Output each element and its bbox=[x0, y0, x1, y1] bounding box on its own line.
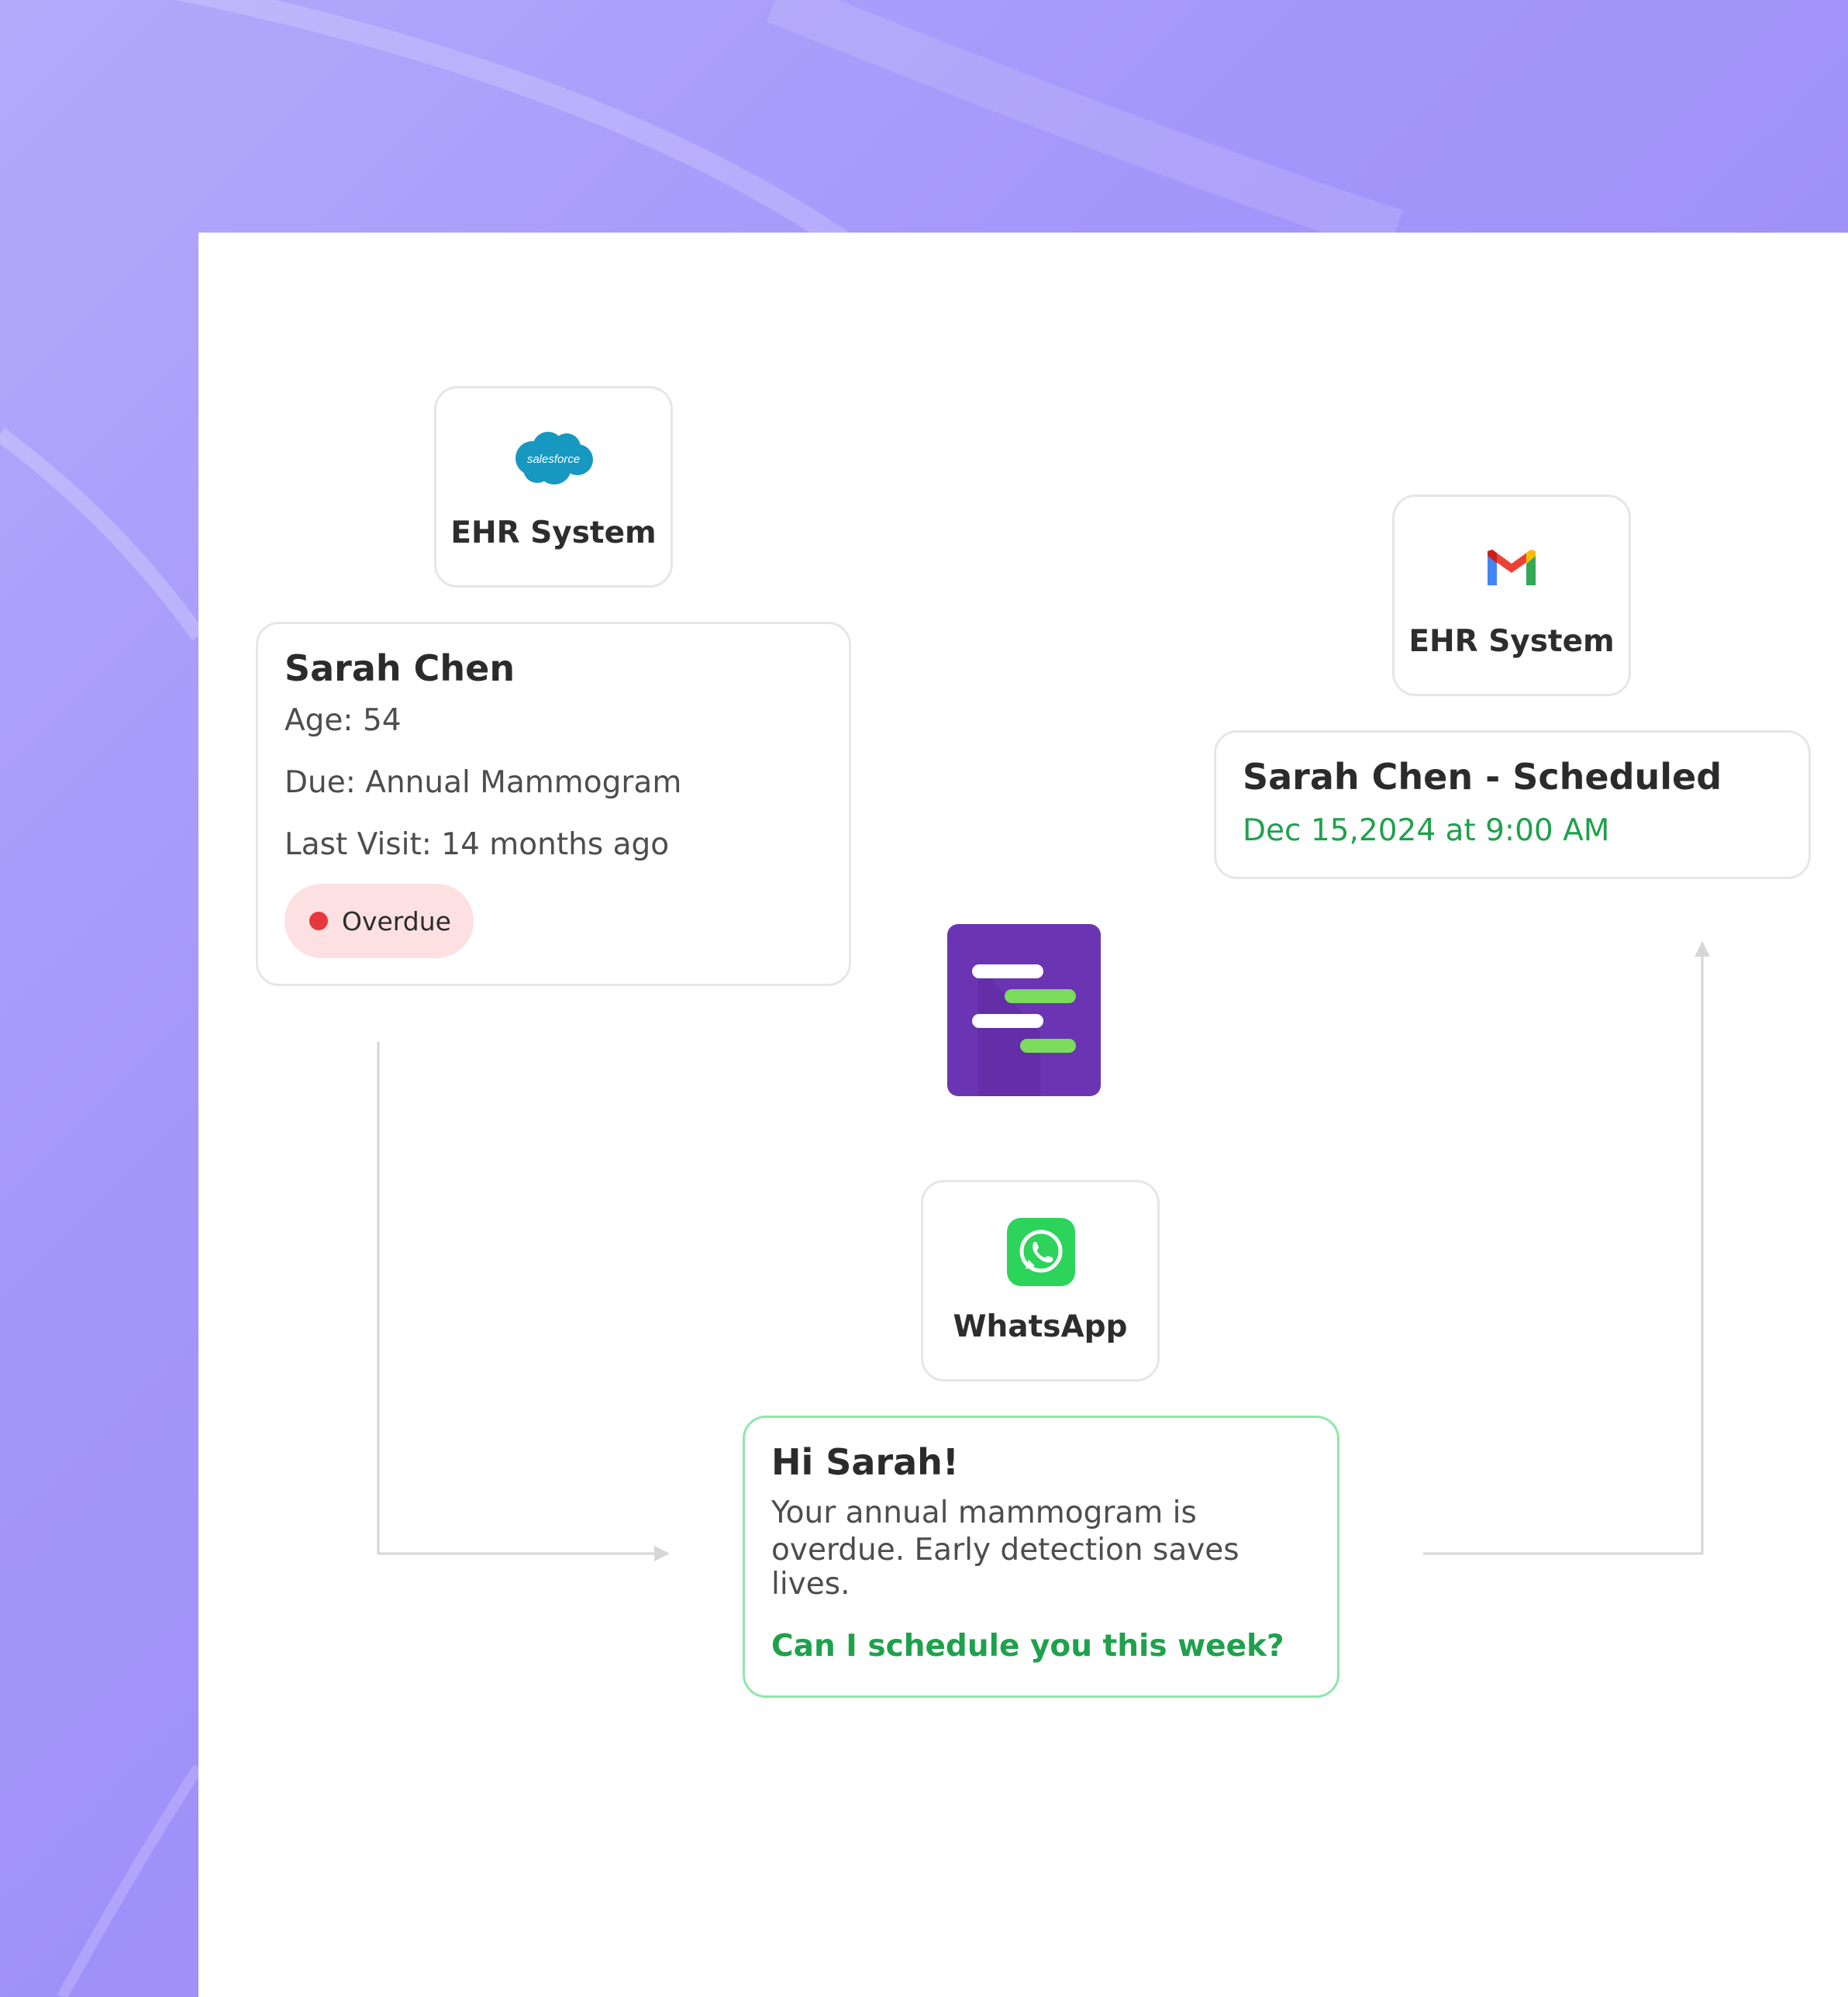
app-logo-icon bbox=[947, 924, 1101, 1096]
message-body-line2: overdue. Early detection saves bbox=[771, 1533, 1239, 1568]
salesforce-logo-text: salesforce bbox=[527, 453, 580, 466]
patient-age: Age: 54 bbox=[284, 703, 402, 738]
whatsapp-icon bbox=[1007, 1218, 1075, 1286]
workflow-canvas: salesforce EHR System Sarah Chen Age: 54… bbox=[198, 233, 1848, 1997]
message-body-line1: Your annual mammogram is bbox=[771, 1495, 1197, 1530]
patient-card[interactable]: Sarah Chen Age: 54 Due: Annual Mammogram… bbox=[256, 622, 851, 986]
arrow-head-right bbox=[654, 1546, 670, 1561]
node-label: EHR System bbox=[450, 516, 657, 550]
status-badge: Overdue bbox=[284, 884, 474, 958]
scheduled-card[interactable]: Sarah Chen - Scheduled Dec 15,2024 at 9:… bbox=[1214, 730, 1811, 879]
status-dot-icon bbox=[309, 912, 328, 930]
connector-patient-to-message bbox=[377, 1042, 654, 1555]
salesforce-cloud-icon: salesforce bbox=[515, 432, 593, 485]
patient-name: Sarah Chen bbox=[284, 647, 515, 689]
message-greeting: Hi Sarah! bbox=[771, 1441, 959, 1483]
whatsapp-node[interactable]: WhatsApp bbox=[921, 1180, 1160, 1381]
scheduled-title: Sarah Chen - Scheduled bbox=[1243, 756, 1722, 798]
salesforce-ehr-node[interactable]: salesforce EHR System bbox=[434, 386, 673, 588]
scheduled-datetime: Dec 15,2024 at 9:00 AM bbox=[1243, 813, 1610, 848]
connector-message-to-scheduled bbox=[1423, 949, 1704, 1555]
status-badge-label: Overdue bbox=[342, 905, 451, 936]
node-label: WhatsApp bbox=[953, 1309, 1128, 1344]
patient-due: Due: Annual Mammogram bbox=[284, 765, 682, 800]
gmail-icon bbox=[1488, 550, 1536, 585]
whatsapp-message-card[interactable]: Hi Sarah! Your annual mammogram is overd… bbox=[743, 1416, 1339, 1698]
gmail-ehr-node[interactable]: EHR System bbox=[1392, 495, 1631, 696]
arrow-head-up bbox=[1695, 941, 1710, 957]
patient-last-visit: Last Visit: 14 months ago bbox=[284, 827, 670, 862]
node-label: EHR System bbox=[1408, 624, 1615, 659]
message-question: Can I schedule you this week? bbox=[771, 1629, 1284, 1664]
message-body-line3: lives. bbox=[771, 1567, 850, 1602]
